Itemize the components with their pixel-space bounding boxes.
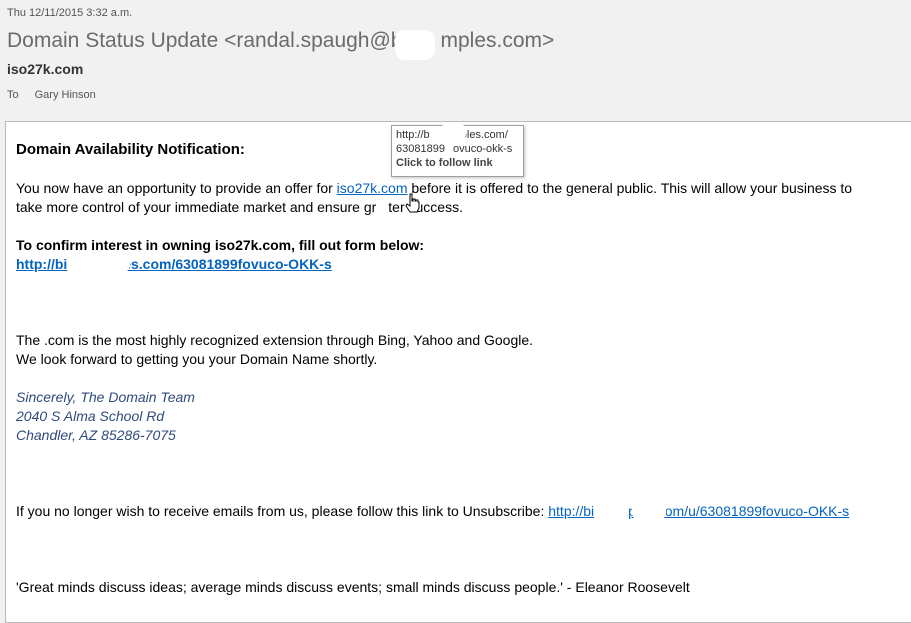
paragraph-offer-line2: take more control of your immediate mark… <box>16 199 463 215</box>
tooltip-text: ovuco-okk-s <box>452 143 513 155</box>
signature-line1: Sincerely, The Domain Team <box>16 389 195 405</box>
unsubscribe-link[interactable]: http://bi ples.com/u/63081899fovuco-OKK-s <box>548 503 849 519</box>
para-text: ter success. <box>388 199 463 215</box>
email-subject: Domain Status Update <randal.spaugh@b mpl… <box>7 29 554 53</box>
subject-tail: mples.com> <box>440 29 555 52</box>
redaction-blob <box>80 254 130 274</box>
redaction-blob <box>440 122 466 144</box>
email-date: Thu 12/11/2015 3:32 a.m. <box>7 7 133 19</box>
confirm-link[interactable]: http://bi les.com/63081899fovuco-OKK-s <box>16 256 332 272</box>
to-label: To <box>7 89 19 101</box>
domain-link[interactable]: iso27k.com <box>337 180 408 196</box>
signature-line3: Chandler, AZ 85286-7075 <box>16 427 176 443</box>
subject-text: Domain Status Update <randal.spaugh@b <box>7 29 403 52</box>
hand-cursor-icon <box>405 193 420 213</box>
redaction-blob <box>395 30 435 60</box>
confirm-text: To confirm interest in owning iso27k.com… <box>16 237 425 253</box>
tooltip-click-hint: Click to follow link <box>396 157 493 169</box>
link-part[interactable]: les.com/63081899fovuco-OKK-s <box>119 256 331 272</box>
unsubscribe-line: If you no longer wish to receive emails … <box>16 503 849 519</box>
unsubscribe-text: If you no longer wish to receive emails … <box>16 503 549 519</box>
tooltip-text: http://b <box>396 129 430 141</box>
signature-line2: 2040 S Alma School Rd <box>16 408 165 424</box>
recipient-line: To Gary Hinson <box>7 89 96 101</box>
para-text: take more control of your immediate mark… <box>16 199 377 215</box>
paragraph-offer-line1: You now have an opportunity to provide a… <box>16 180 852 196</box>
para-text: You now have an opportunity to provide a… <box>16 180 337 196</box>
paragraph-extension: The .com is the most highly recognized e… <box>16 332 534 348</box>
tooltip-url-line2: 63081899 ovuco-okk-s <box>396 142 519 156</box>
notification-heading: Domain Availability Notification: <box>16 141 245 158</box>
link-part[interactable]: http://bi <box>16 256 67 272</box>
email-body <box>5 121 911 623</box>
paragraph-forward: We look forward to getting you your Doma… <box>16 351 378 367</box>
sender-name[interactable]: iso27k.com <box>7 61 83 77</box>
para-text: before it is offered to the general publ… <box>407 180 853 196</box>
redaction-blob <box>632 500 666 522</box>
recipient-name[interactable]: Gary Hinson <box>35 89 96 101</box>
quote-text: 'Great minds discuss ideas; average mind… <box>16 579 690 595</box>
link-part[interactable]: http://bi <box>548 503 594 519</box>
tooltip-text: 63081899 <box>396 143 445 155</box>
